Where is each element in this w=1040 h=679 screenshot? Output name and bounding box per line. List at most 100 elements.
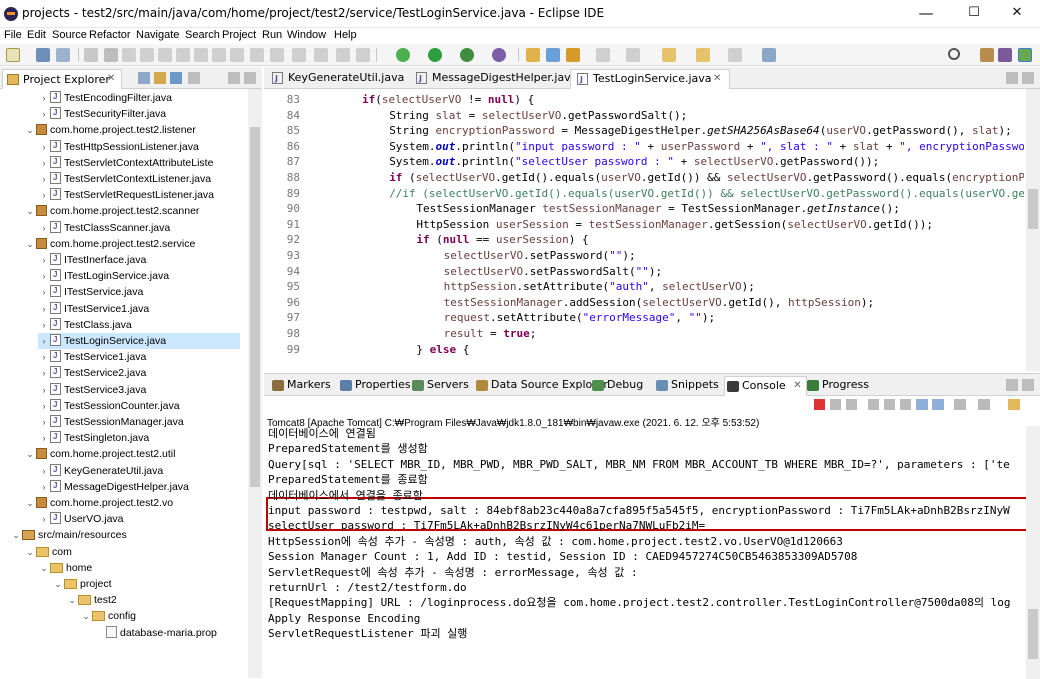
tree-item-file[interactable]: › TestEncodingFilter.java (38, 89, 172, 106)
collapse-arrow-icon[interactable]: › (38, 301, 50, 317)
expand-arrow-icon[interactable]: ⌄ (52, 576, 64, 592)
save-all-icon[interactable] (56, 48, 70, 62)
forward-icon[interactable] (728, 48, 742, 62)
tree-item-file[interactable]: › TestSingleton.java (38, 429, 150, 446)
external-tools-icon[interactable] (492, 48, 506, 62)
tree-item-file[interactable]: › TestSecurityFilter.java (38, 105, 167, 122)
collapse-arrow-icon[interactable]: › (38, 317, 50, 333)
step-return-icon[interactable] (230, 48, 244, 62)
collapse-arrow-icon[interactable]: › (38, 268, 50, 284)
maximize-button[interactable]: ☐ (951, 0, 997, 28)
collapse-arrow-icon[interactable]: › (38, 90, 50, 106)
resume-icon[interactable] (122, 48, 136, 62)
coverage-icon[interactable] (460, 48, 474, 62)
tree-item-folder[interactable]: ⌄ project (52, 576, 111, 592)
tree-item-folder[interactable]: ⌄ com.home.project.test2.vo (24, 495, 173, 511)
editor-scroll-thumb[interactable] (1028, 189, 1038, 229)
tab-properties[interactable]: Properties (338, 376, 411, 396)
filter-icon[interactable] (170, 72, 182, 84)
collapse-arrow-icon[interactable]: › (38, 171, 50, 187)
tab-servers[interactable]: Servers (410, 376, 469, 396)
close-window-button[interactable]: ✕ (994, 0, 1040, 28)
tree-item-file[interactable]: › TestSessionCounter.java (38, 397, 180, 414)
minimize-view-icon[interactable] (1006, 72, 1018, 84)
expand-arrow-icon[interactable]: ⌄ (66, 592, 78, 608)
tree-item-folder[interactable]: ⌄ com.home.project.test2.scanner (24, 203, 199, 219)
previous-edit-icon[interactable] (662, 48, 676, 62)
tree-item-file[interactable]: › TestService1.java (38, 348, 147, 365)
debug-icon[interactable] (396, 48, 410, 62)
drop-to-frame-icon[interactable] (250, 48, 264, 62)
back-icon[interactable] (696, 48, 710, 62)
expand-arrow-icon[interactable]: ⌄ (24, 446, 36, 462)
view-menu-icon[interactable] (188, 72, 200, 84)
menu-source[interactable]: Source (52, 29, 87, 41)
menu-help[interactable]: Help (334, 29, 357, 41)
tree-item-folder[interactable]: ⌄ com.home.project.test2.util (24, 446, 175, 462)
tab-project-explorer[interactable]: Project Explorer ✕ (2, 69, 122, 89)
collapse-arrow-icon[interactable]: › (38, 333, 50, 349)
collapse-arrow-icon[interactable]: › (38, 365, 50, 381)
java-perspective-icon[interactable] (1018, 48, 1032, 62)
tree-item-folder[interactable]: ⌄ home (38, 560, 92, 576)
open-console-icon[interactable] (292, 48, 306, 62)
collapse-arrow-icon[interactable]: › (38, 479, 50, 495)
collapse-arrow-icon[interactable]: › (38, 463, 50, 479)
menu-navigate[interactable]: Navigate (136, 29, 179, 41)
collapse-arrow-icon[interactable]: › (38, 284, 50, 300)
clear-console-icon[interactable] (868, 399, 879, 410)
expand-arrow-icon[interactable]: ⌄ (24, 203, 36, 219)
collapse-arrow-icon[interactable]: › (38, 382, 50, 398)
menu-edit[interactable]: Edit (27, 29, 46, 41)
expand-arrow-icon[interactable]: ⌄ (24, 122, 36, 138)
tree-item-file[interactable]: › TestServletRequestListener.java (38, 186, 215, 203)
collapse-arrow-icon[interactable]: › (38, 414, 50, 430)
print-icon[interactable] (84, 48, 98, 62)
show-whitespace-icon[interactable] (336, 48, 350, 62)
collapse-arrow-icon[interactable]: › (38, 349, 50, 365)
step-into-icon[interactable] (194, 48, 208, 62)
new-icon[interactable] (6, 48, 20, 62)
menu-run[interactable]: Run (262, 29, 282, 41)
menu-refactor[interactable]: Refactor (89, 29, 131, 41)
tree-item-file[interactable]: › ITestService1.java (38, 300, 150, 317)
tab-snippets[interactable]: Snippets (654, 376, 719, 396)
collapse-arrow-icon[interactable]: › (38, 430, 50, 446)
collapse-arrow-icon[interactable]: › (38, 220, 50, 236)
run-icon[interactable] (428, 48, 442, 62)
console-output[interactable]: 데이터베이스에 연결됨 PreparedStatement를 생성함 Query[s… (264, 426, 1026, 679)
show-stdout-icon[interactable] (916, 399, 928, 410)
minimize-view-icon[interactable] (228, 72, 240, 84)
remove-launch-icon[interactable] (830, 399, 841, 410)
expand-arrow-icon[interactable]: ⌄ (80, 608, 92, 624)
paragraph-icon[interactable] (356, 48, 370, 62)
terminate-icon[interactable] (158, 48, 172, 62)
tree-item-file[interactable]: › TestClassScanner.java (38, 219, 171, 236)
open-perspective-icon[interactable] (980, 48, 994, 62)
tree-item-file[interactable]: › TestLoginService.java (38, 332, 240, 349)
editor-scrollbar[interactable] (1026, 89, 1040, 371)
maximize-view-icon[interactable] (244, 72, 256, 84)
tree-item-folder[interactable]: ⌄ test2 (66, 592, 117, 608)
suspend-icon[interactable] (140, 48, 154, 62)
tree-item-file[interactable]: › ITestLoginService.java (38, 267, 170, 284)
java-ee-perspective-icon[interactable] (998, 48, 1012, 62)
new-java-package-icon[interactable] (526, 48, 540, 62)
open-type-icon[interactable] (566, 48, 580, 62)
tree-item-file[interactable]: › TestService2.java (38, 364, 147, 381)
collapse-arrow-icon[interactable]: › (38, 155, 50, 171)
tree-item-file[interactable]: › KeyGenerateUtil.java (38, 462, 164, 479)
collapse-arrow-icon[interactable]: › (38, 511, 50, 527)
tab-progress[interactable]: Progress (805, 376, 869, 396)
expand-arrow-icon[interactable]: ⌄ (38, 560, 50, 576)
collapse-arrow-icon[interactable]: › (38, 398, 50, 414)
menu-search[interactable]: Search (185, 29, 220, 41)
tree-item-folder[interactable]: ⌄ src/main/resources (10, 527, 126, 543)
show-stderr-icon[interactable] (932, 399, 944, 410)
use-step-filters-icon[interactable] (270, 48, 284, 62)
minimize-button[interactable]: — (903, 0, 949, 28)
tree-item-file[interactable]: database-maria.prop (94, 625, 217, 641)
expand-arrow-icon[interactable]: ⌄ (10, 527, 22, 543)
tab-keygenerateutil[interactable]: KeyGenerateUtil.java (266, 69, 404, 89)
open-console-icon[interactable] (1008, 399, 1020, 410)
